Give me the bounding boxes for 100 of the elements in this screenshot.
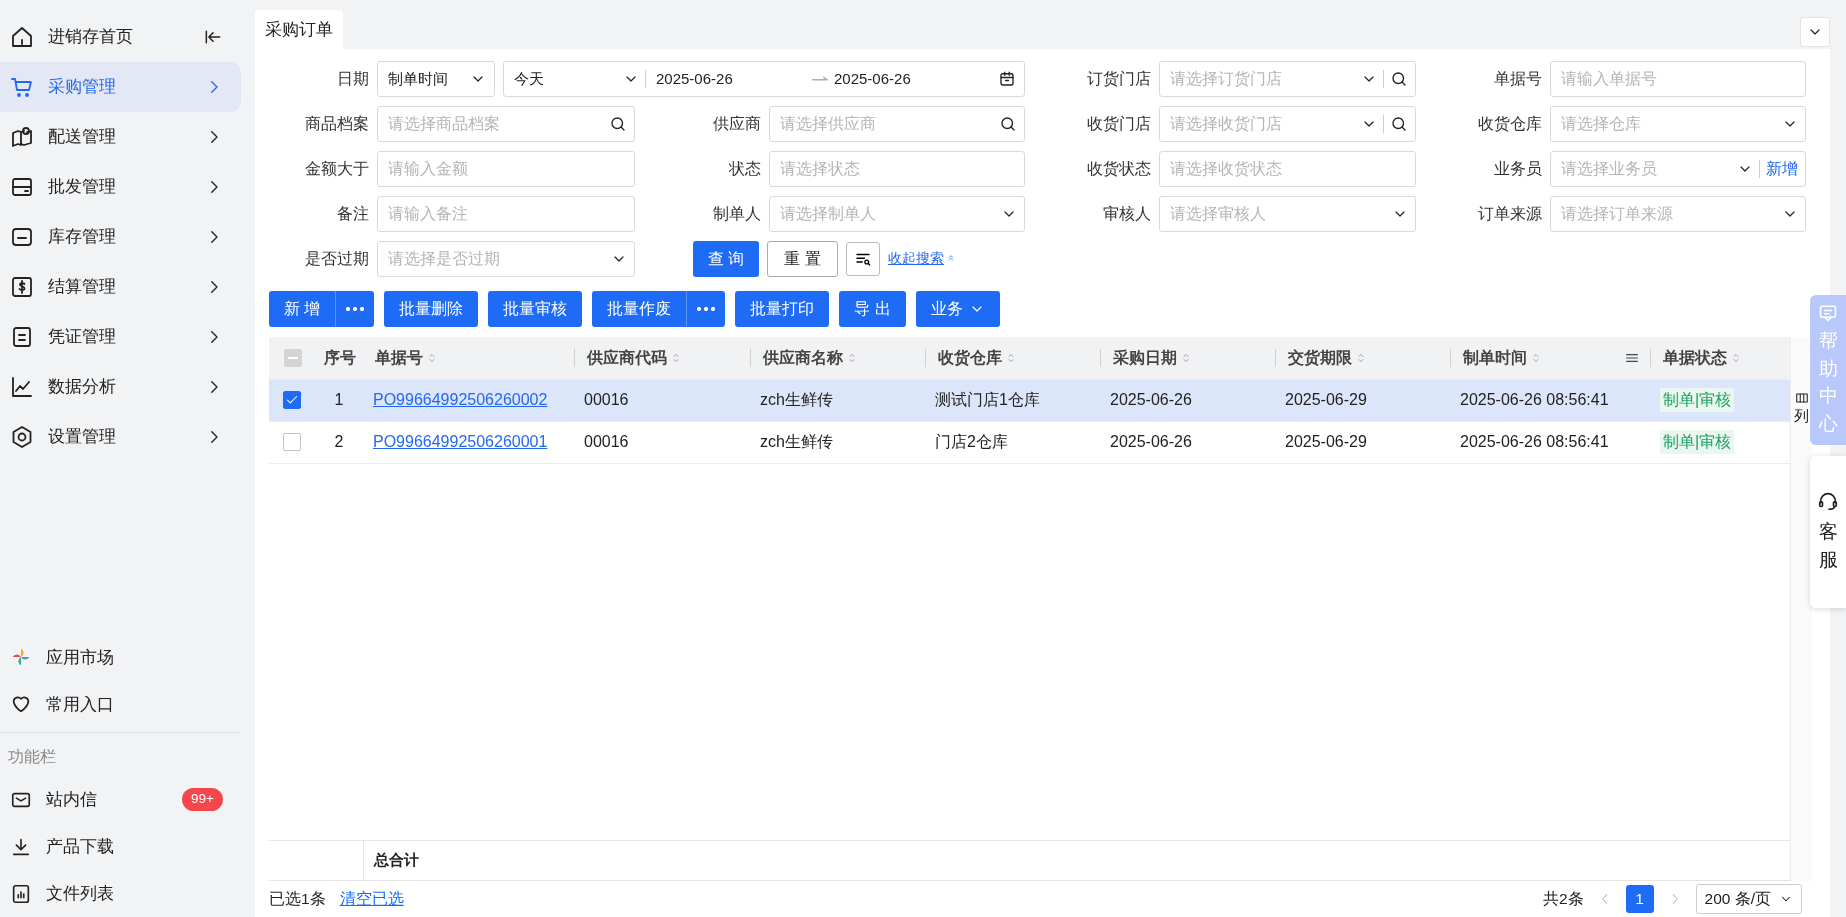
line-chart-icon bbox=[10, 375, 34, 399]
start-date[interactable]: 2025-06-26 bbox=[656, 67, 806, 90]
sidebar-link[interactable]: 文件列表 bbox=[0, 870, 241, 917]
sidebar-item[interactable]: 配送管理 bbox=[0, 112, 241, 162]
search-icon[interactable] bbox=[1390, 69, 1408, 88]
add-link[interactable]: 新增 bbox=[1766, 157, 1798, 181]
sidebar-item[interactable]: 库存管理 bbox=[0, 212, 241, 262]
preset-select[interactable]: 今天 bbox=[514, 67, 639, 90]
wallet-icon bbox=[10, 175, 34, 199]
action-button[interactable]: 批量打印 bbox=[735, 290, 830, 327]
search-icon bbox=[609, 114, 627, 133]
select-field[interactable]: 请选择仓库 bbox=[1550, 105, 1806, 142]
end-date[interactable]: 2025-06-26 bbox=[834, 67, 992, 90]
column-header[interactable]: 单据状态 bbox=[1661, 345, 1790, 370]
field-label: 单据号 bbox=[1493, 69, 1542, 90]
chat-icon bbox=[1818, 303, 1838, 323]
section-title: 功能栏 bbox=[7, 746, 57, 767]
select-field[interactable]: 请选择订单来源 bbox=[1550, 195, 1806, 232]
action-button[interactable]: 批量审核 bbox=[488, 290, 583, 327]
sidebar-item[interactable]: 凭证管理 bbox=[0, 312, 241, 362]
sidebar-item[interactable]: 设置管理 bbox=[0, 412, 241, 462]
date-type-select[interactable]: 制单时间 bbox=[377, 60, 495, 97]
action-button[interactable]: 导 出 bbox=[839, 290, 906, 327]
gear-icon bbox=[10, 425, 34, 449]
sidebar-link[interactable]: 产品下载 bbox=[0, 823, 241, 870]
sidebar-item[interactable]: 进销存首页 bbox=[0, 12, 241, 62]
collapse-sidebar-icon[interactable] bbox=[203, 27, 223, 47]
column-header[interactable]: 交货期限 bbox=[1286, 345, 1450, 370]
page-button[interactable]: 1 bbox=[1625, 885, 1654, 913]
sidebar-item[interactable]: 采购管理 bbox=[0, 62, 241, 112]
tab-menu-button[interactable] bbox=[1800, 16, 1830, 47]
more-icon bbox=[697, 306, 716, 311]
field-label: 商品档案 bbox=[304, 114, 369, 135]
select-field[interactable]: 请选择是否过期 bbox=[377, 240, 635, 277]
field-label: 状态 bbox=[728, 159, 761, 180]
field-label: 订货门店 bbox=[1086, 69, 1151, 90]
column-header[interactable]: 制单时间 bbox=[1461, 345, 1650, 370]
table-cell-text: 门店2仓库 bbox=[935, 432, 1008, 453]
file-chart-icon bbox=[10, 882, 32, 905]
page-tab[interactable]: 采购订单 bbox=[255, 10, 343, 49]
sidebar-item[interactable]: 批发管理 bbox=[0, 162, 241, 212]
input-field[interactable]: 请选择状态 bbox=[769, 150, 1025, 187]
search-icon bbox=[999, 114, 1017, 133]
order-link[interactable]: PO99664992506260001 bbox=[373, 430, 548, 455]
input-field[interactable]: 请输入备注 bbox=[377, 195, 635, 232]
date-range-field[interactable]: 今天 2025-06-26 2025-06-26 bbox=[503, 60, 1025, 97]
column-settings-button[interactable]: 列 bbox=[1794, 390, 1809, 428]
column-header[interactable]: 供应商代码 bbox=[585, 345, 750, 370]
column-header[interactable]: 采购日期 bbox=[1111, 345, 1275, 370]
status-tag: 制单|审核 bbox=[1660, 430, 1735, 455]
input-field[interactable]: 请选择收货状态 bbox=[1159, 150, 1416, 187]
select-field[interactable]: 请选择制单人 bbox=[769, 195, 1025, 232]
reset-button[interactable]: 重 置 bbox=[767, 240, 838, 277]
action-button[interactable]: 新 增 bbox=[269, 290, 336, 327]
column-header[interactable]: 收货仓库 bbox=[936, 345, 1100, 370]
columns-icon bbox=[1794, 390, 1809, 405]
row-checkbox[interactable] bbox=[283, 433, 301, 452]
action-button[interactable]: 批量作废 bbox=[592, 290, 687, 327]
clear-selection-link[interactable]: 清空已选 bbox=[339, 887, 404, 911]
dropdown-button[interactable]: 业务 bbox=[915, 290, 1000, 327]
more-button[interactable] bbox=[686, 290, 726, 327]
row-checkbox[interactable] bbox=[283, 391, 301, 410]
sidebar-item[interactable]: 数据分析 bbox=[0, 362, 241, 412]
select-field[interactable]: 请选择收货门店 bbox=[1159, 105, 1416, 142]
table-cell-text: 00016 bbox=[584, 390, 629, 411]
column-header[interactable]: 供应商名称 bbox=[761, 345, 925, 370]
headset-icon bbox=[1817, 490, 1839, 513]
more-icon bbox=[346, 306, 365, 311]
filter-settings-button[interactable] bbox=[845, 241, 880, 276]
select-field[interactable]: 请选择审核人 bbox=[1159, 195, 1416, 232]
search-field[interactable]: 请选择供应商 bbox=[769, 105, 1025, 142]
column-header[interactable]: 序号 bbox=[315, 345, 363, 370]
sidebar-link[interactable]: 常用入口 bbox=[0, 680, 241, 728]
document-icon bbox=[10, 325, 34, 349]
select-field[interactable]: 请选择订货门店 bbox=[1159, 60, 1416, 97]
sidebar-item[interactable]: 结算管理 bbox=[0, 262, 241, 312]
field-label: 日期 bbox=[336, 69, 369, 90]
column-header[interactable]: 单据号 bbox=[363, 345, 574, 370]
unread-count: 99+ bbox=[182, 788, 223, 811]
order-link[interactable]: PO99664992506260002 bbox=[373, 388, 548, 413]
table-cell-text: 2 bbox=[334, 432, 344, 453]
query-button[interactable]: 查 询 bbox=[693, 240, 760, 277]
select-all-checkbox[interactable] bbox=[284, 348, 302, 367]
selection-count: 已选1条 bbox=[269, 889, 326, 910]
page-size-select[interactable]: 200 条/页 bbox=[1695, 884, 1802, 914]
search-field[interactable]: 请选择商品档案 bbox=[377, 105, 635, 142]
sidebar-link[interactable]: 站内信 99+ bbox=[0, 776, 241, 823]
action-button[interactable]: 批量删除 bbox=[384, 290, 479, 327]
total-count: 共2条 bbox=[1542, 889, 1584, 910]
field-label: 收货门店 bbox=[1086, 114, 1151, 135]
table-cell-text: 测试门店1仓库 bbox=[935, 390, 1040, 411]
more-button[interactable] bbox=[335, 290, 375, 327]
field-label: 备注 bbox=[336, 204, 369, 225]
table-cell-text: zch生鲜传 bbox=[760, 390, 833, 411]
sidebar-link[interactable]: 应用市场 bbox=[0, 633, 241, 681]
input-field[interactable]: 请输入金额 bbox=[377, 150, 635, 187]
table-cell-text: 2025-06-29 bbox=[1285, 390, 1367, 411]
input-field[interactable]: 请输入单据号 bbox=[1550, 60, 1806, 97]
customer-service-button[interactable]: 客服 bbox=[1810, 456, 1846, 608]
search-icon[interactable] bbox=[1390, 114, 1408, 133]
